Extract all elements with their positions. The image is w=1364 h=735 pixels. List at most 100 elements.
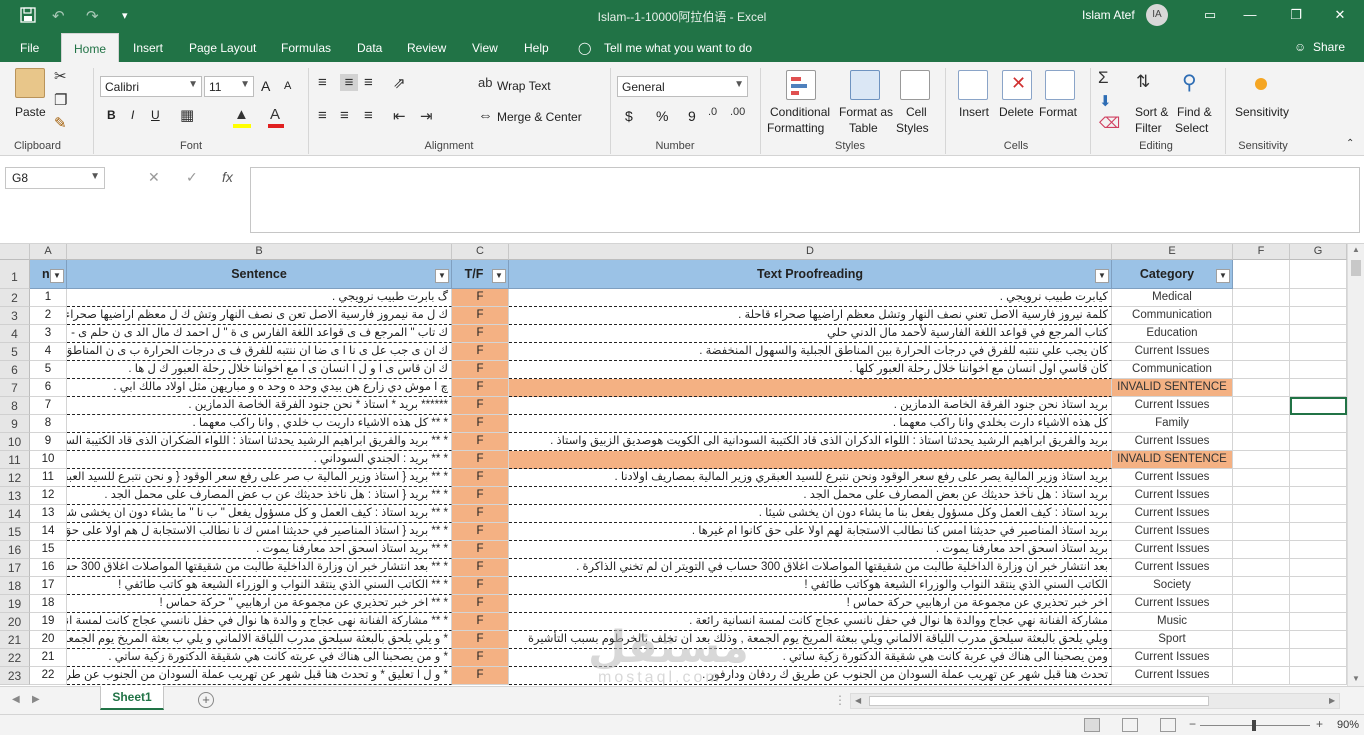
cell-text-proofreading[interactable]: بريد استاذ : كيف العمل وكل مسؤول يفعل بن…	[509, 505, 1112, 523]
cell-n[interactable]: 20	[30, 631, 67, 649]
autosum-icon[interactable]: Σ	[1098, 68, 1109, 88]
cell-text-proofreading[interactable]: كتاب المرجع في قواعد اللغة الفارسية لأحم…	[509, 325, 1112, 343]
cell[interactable]	[1290, 505, 1347, 523]
cell-sentence[interactable]: * ** بريد { استاذ المناصير في حديثنا امس…	[67, 523, 452, 541]
cell[interactable]	[1290, 451, 1347, 469]
cell[interactable]	[1290, 631, 1347, 649]
column-header-g[interactable]: G	[1290, 244, 1347, 260]
cell-text-proofreading[interactable]: ويلي يلحق بالبعثة سيلحق مدرب اللياقة الا…	[509, 631, 1112, 649]
cell-sentence[interactable]: چ ا موش دي زارع هن بيدي وحد ه وحد ه و مب…	[67, 379, 452, 397]
cell-category[interactable]: Communication	[1112, 307, 1233, 325]
insert-cells-button[interactable]: Insert	[959, 105, 989, 119]
sensitivity-button[interactable]: Sensitivity	[1235, 105, 1289, 119]
cell-text-proofreading[interactable]: كان يجب علي ننتبه للفرق في درجات الحرارة…	[509, 343, 1112, 361]
underline-button[interactable]: U	[151, 108, 160, 122]
delete-cells-icon[interactable]: ✕	[1002, 70, 1032, 100]
restore-button[interactable]: ❐	[1281, 4, 1311, 26]
row-header[interactable]: 8	[0, 397, 30, 415]
cell[interactable]	[1290, 289, 1347, 307]
format-cells-button[interactable]: Format	[1039, 105, 1077, 119]
horizontal-scrollbar[interactable]: ◀ ▶	[850, 693, 1340, 709]
vertical-scrollbar[interactable]: ▲ ▼	[1347, 244, 1364, 686]
cell[interactable]	[1290, 541, 1347, 559]
cell[interactable]	[1290, 343, 1347, 361]
cell[interactable]	[1233, 577, 1290, 595]
cell[interactable]	[1290, 307, 1347, 325]
tab-insert[interactable]: Insert	[133, 41, 163, 55]
format-as-table-button[interactable]: Format as	[839, 105, 893, 119]
bold-button[interactable]: B	[107, 108, 116, 122]
row-header[interactable]: 2	[0, 289, 30, 307]
cell-text-proofreading[interactable]: بريد استاذ نحن جنود الفرقة الخاصة الدماز…	[509, 397, 1112, 415]
cell-n[interactable]: 1	[30, 289, 67, 307]
row-header[interactable]: 9	[0, 415, 30, 433]
row-header[interactable]: 21	[0, 631, 30, 649]
row-header[interactable]: 10	[0, 433, 30, 451]
scroll-left-icon[interactable]: ◀	[855, 696, 861, 705]
number-format-combo[interactable]: General ▼	[617, 76, 748, 97]
cell[interactable]	[1233, 649, 1290, 667]
font-size-combo[interactable]: 11 ▼	[204, 76, 254, 97]
cell-tf[interactable]: F	[452, 523, 509, 541]
cell-sentence[interactable]: * ** بريد { استاذ : هل ناخذ حديثك عن ب ع…	[67, 487, 452, 505]
ribbon-display-options-icon[interactable]: ▭	[1195, 4, 1225, 26]
name-box[interactable]: G8 ▼	[5, 167, 105, 189]
cell-n[interactable]: 17	[30, 577, 67, 595]
row-header[interactable]: 1	[0, 260, 30, 289]
cell-n[interactable]: 6	[30, 379, 67, 397]
cell-category[interactable]: Current Issues	[1112, 469, 1233, 487]
cell[interactable]	[1233, 397, 1290, 415]
cell-sentence[interactable]: * ** بريد استاذ اسحق احد معارفنا يموت .	[67, 541, 452, 559]
cell-tf[interactable]: F	[452, 451, 509, 469]
cell-tf[interactable]: F	[452, 631, 509, 649]
cell-sentence[interactable]: * ** بعد انتشار خبر ان وزارة الداخلية طا…	[67, 559, 452, 577]
cell-category[interactable]: Current Issues	[1112, 667, 1233, 685]
cell-text-proofreading[interactable]: بريد استاذ المناصير في حديثنا امس كنا نط…	[509, 523, 1112, 541]
wrap-text-button[interactable]: Wrap Text	[497, 79, 551, 93]
cell-n[interactable]: 7	[30, 397, 67, 415]
horizontal-scroll-thumb[interactable]	[869, 696, 1209, 706]
cell-category[interactable]: Current Issues	[1112, 649, 1233, 667]
row-header[interactable]: 4	[0, 325, 30, 343]
row-header[interactable]: 6	[0, 361, 30, 379]
cell-tf[interactable]: F	[452, 469, 509, 487]
orientation-icon[interactable]: ⇗	[393, 74, 406, 92]
cell-tf[interactable]: F	[452, 397, 509, 415]
cell-sentence[interactable]: * ** كل هذه الاشياء داريت ب خلدي , وانا …	[67, 415, 452, 433]
align-left-icon[interactable]: ≡	[318, 107, 327, 124]
cell[interactable]	[1233, 307, 1290, 325]
cell-category[interactable]: Education	[1112, 325, 1233, 343]
cell[interactable]	[1233, 595, 1290, 613]
decrease-indent-icon[interactable]: ⇤	[393, 107, 406, 125]
decrease-decimal-icon[interactable]: .00	[730, 106, 745, 118]
cell-tf[interactable]: F	[452, 559, 509, 577]
cell-n[interactable]: 11	[30, 469, 67, 487]
cell[interactable]	[1233, 487, 1290, 505]
tell-me-search[interactable]: Tell me what you want to do	[604, 41, 752, 55]
cell-tf[interactable]: F	[452, 415, 509, 433]
minimize-button[interactable]: —	[1235, 4, 1265, 26]
cell-category[interactable]: Music	[1112, 613, 1233, 631]
column-header-c[interactable]: C	[452, 244, 509, 260]
cell-category[interactable]: Current Issues	[1112, 397, 1233, 415]
cell[interactable]	[1290, 577, 1347, 595]
sort-filter-icon[interactable]: ⇅	[1136, 72, 1150, 92]
cell-tf[interactable]: F	[452, 595, 509, 613]
tab-file[interactable]: File	[20, 41, 39, 55]
align-center-icon[interactable]: ≡	[340, 107, 349, 124]
zoom-in-icon[interactable]: +	[1316, 717, 1323, 731]
cell-tf[interactable]: F	[452, 613, 509, 631]
cell[interactable]	[1290, 325, 1347, 343]
percent-button[interactable]: %	[656, 108, 668, 124]
cell-tf[interactable]: F	[452, 577, 509, 595]
tab-view[interactable]: View	[472, 41, 498, 55]
cell[interactable]	[1233, 289, 1290, 307]
increase-indent-icon[interactable]: ⇥	[420, 107, 433, 125]
select-all-corner[interactable]	[0, 244, 30, 260]
merge-center-icon[interactable]: ⇔	[478, 107, 493, 124]
cell-tf[interactable]: F	[452, 379, 509, 397]
copy-icon[interactable]: ❐	[54, 91, 67, 109]
column-header-d[interactable]: D	[509, 244, 1112, 260]
conditional-formatting-button-line2[interactable]: Formatting	[767, 121, 824, 135]
cell-text-proofreading[interactable]: كل هذه الاشياء دارت بخلدي وانا راكب معهم…	[509, 415, 1112, 433]
